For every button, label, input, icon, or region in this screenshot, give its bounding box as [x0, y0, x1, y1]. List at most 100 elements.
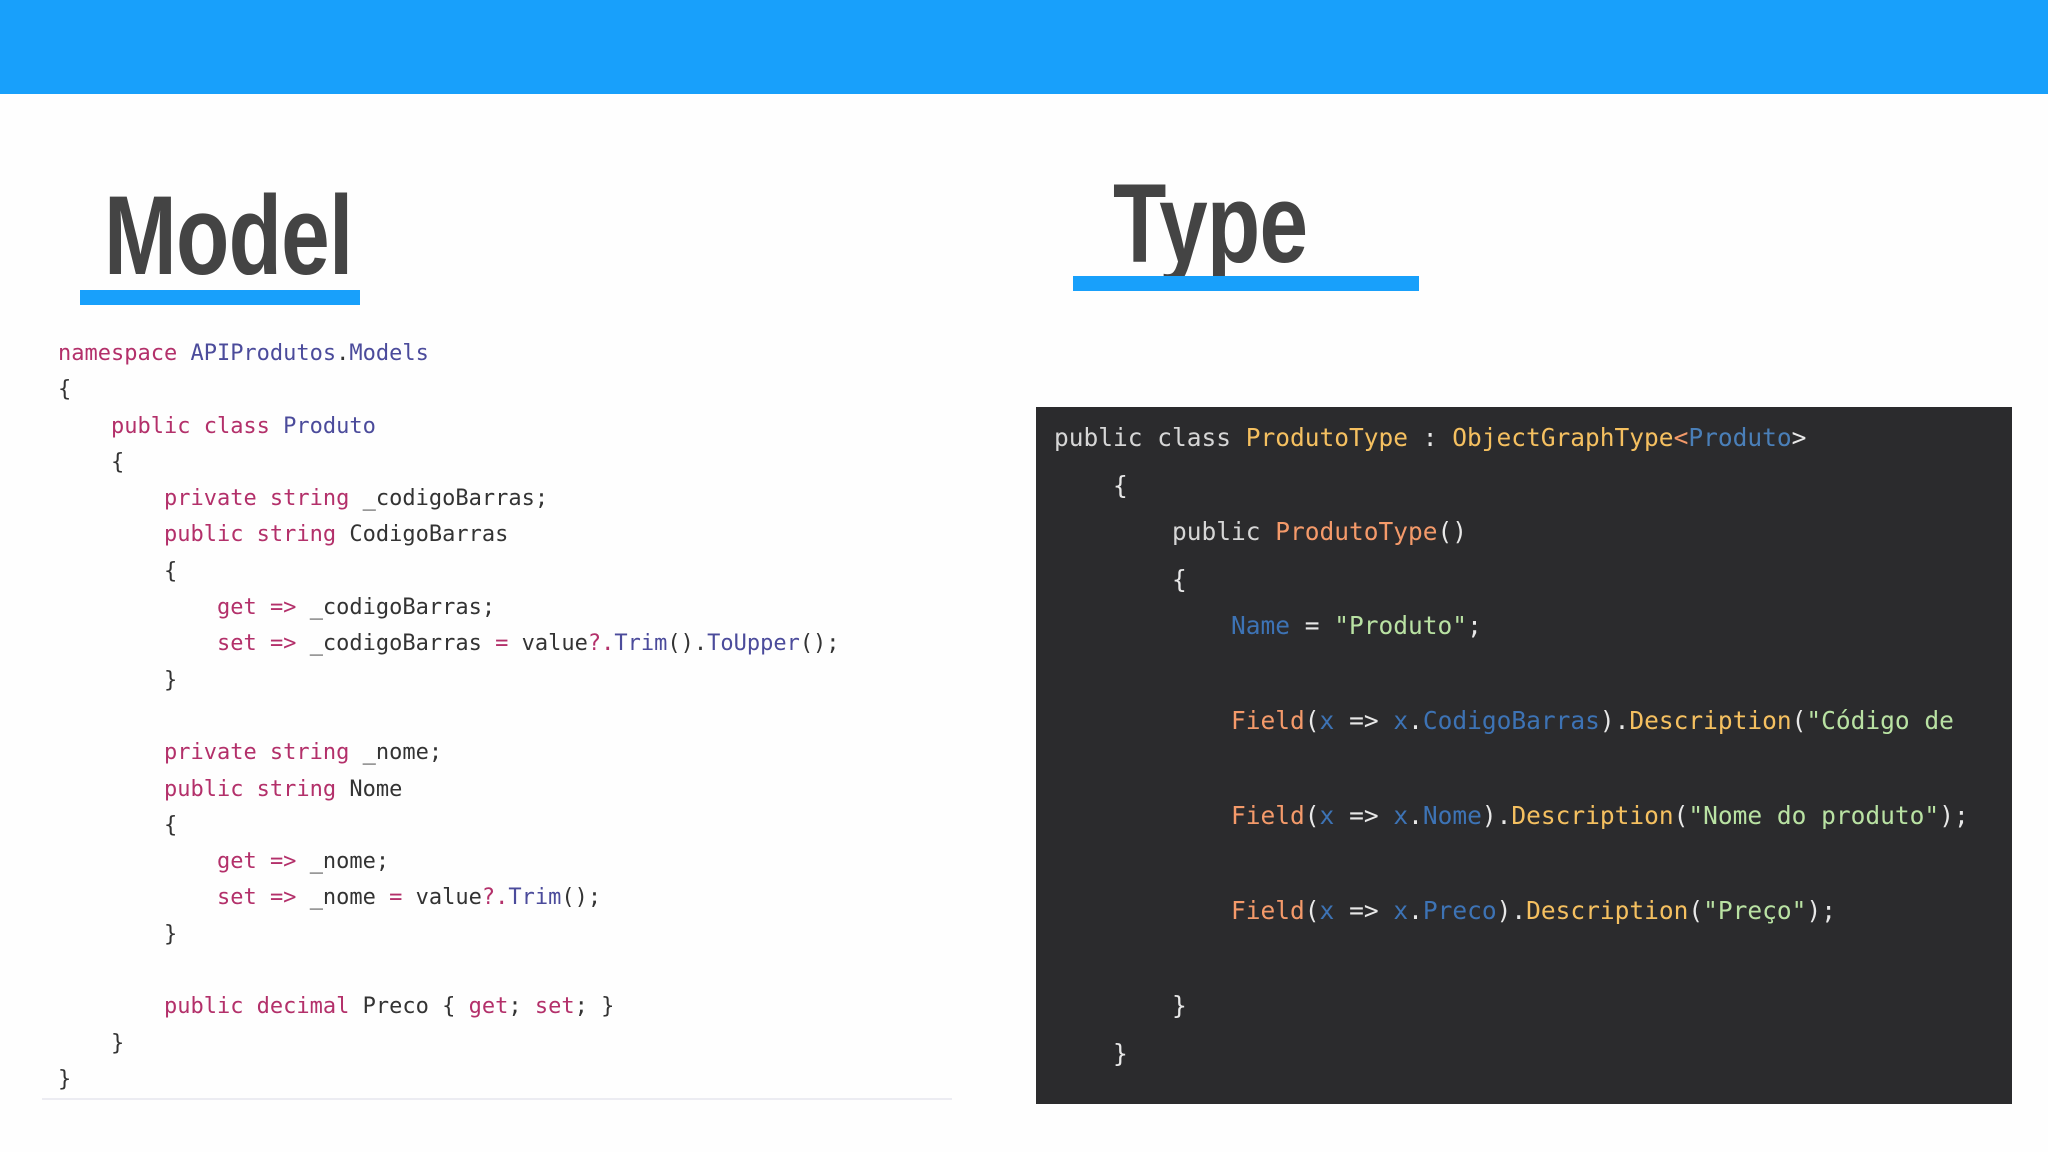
type-code-token: ( [1304, 706, 1320, 735]
type-code-token: < [1673, 423, 1689, 452]
model-code-token [58, 595, 217, 620]
type-code-token: ProdutoType [1275, 517, 1438, 546]
model-code-token: _nome [309, 885, 390, 911]
model-code-line: { [58, 445, 840, 481]
type-code-token: ( [1304, 801, 1320, 830]
model-code-token: } [58, 1066, 72, 1092]
type-code-token: { [1054, 471, 1128, 500]
type-code-token: } [1054, 1039, 1128, 1068]
model-code-token: set [534, 994, 575, 1020]
model-code-token: public string [163, 522, 350, 548]
type-code-token: "Produto" [1334, 611, 1468, 640]
model-code-token: value [415, 885, 482, 911]
type-code-token: Name [1231, 611, 1305, 640]
model-code-block: namespace APIProdutos.Models { public cla… [58, 336, 840, 1098]
model-code-token: get [216, 849, 270, 875]
type-code-token: CodigoBarras [1422, 706, 1600, 735]
type-code-token: } [1054, 991, 1187, 1020]
type-code-token: : [1422, 423, 1453, 452]
model-code-token: _nome; [362, 740, 443, 766]
model-code-token: set [216, 631, 270, 657]
model-code-line: private string _nome; [58, 735, 840, 771]
type-code-line: Field(x => x.CodigoBarras).Description("… [1054, 706, 1954, 735]
model-code-token: => [269, 849, 310, 875]
type-code-line: { [1054, 565, 1187, 594]
model-code-token: _nome; [309, 849, 390, 875]
type-code-token: Nome [1422, 801, 1482, 830]
type-code-token: ); [1806, 896, 1836, 925]
model-code-token: set [216, 885, 270, 911]
model-code-token: _codigoBarras [309, 631, 496, 657]
type-code-panel: public class ProdutoType : ObjectGraphTy… [1036, 407, 2012, 1104]
model-code-token [58, 414, 111, 439]
model-code-divider [42, 1098, 952, 1100]
model-code-line: private string _codigoBarras; [58, 481, 840, 517]
model-code-token: = [495, 631, 522, 657]
type-code-token: Preco [1422, 896, 1497, 925]
type-code-token: ). [1481, 801, 1512, 830]
model-code-token [58, 777, 164, 802]
model-code-line: public decimal Preco { get; set; } [58, 989, 840, 1025]
model-code-line: get => _nome; [58, 844, 840, 880]
type-code-token: Field [1231, 896, 1305, 925]
type-code-token: => [1349, 706, 1394, 735]
type-code-token: ObjectGraphType [1452, 423, 1674, 452]
type-code-token: Produto [1688, 423, 1792, 452]
type-code-token: ; [1467, 611, 1482, 640]
type-code-token: x [1393, 706, 1409, 735]
model-code-token: ?. [481, 885, 509, 911]
type-code-token: ( [1304, 896, 1320, 925]
top-banner [0, 0, 2048, 94]
model-code-token: { [58, 812, 178, 838]
type-code-token: ). [1496, 896, 1527, 925]
model-code-token [58, 885, 217, 910]
type-code-token: { [1054, 565, 1187, 594]
model-code-token [58, 486, 164, 511]
type-code-token [1054, 801, 1231, 830]
model-code-token [58, 958, 71, 983]
type-code-token: Description [1511, 801, 1674, 830]
model-code-token: (); [799, 631, 840, 657]
model-heading: Model [104, 173, 353, 298]
model-code-token: { [58, 449, 125, 475]
model-code-token: } [58, 1030, 125, 1056]
model-code-line: set => _nome = value?.Trim(); [58, 880, 840, 916]
type-code-token: public [1172, 517, 1276, 546]
model-code-token: namespace [58, 341, 191, 366]
model-code-token: => [269, 885, 310, 911]
type-code-line: public class ProdutoType : ObjectGraphTy… [1054, 423, 1806, 452]
model-code-token: => [269, 631, 310, 657]
model-code-token: public decimal [163, 994, 363, 1020]
type-code-token: "Nome do produto" [1688, 801, 1940, 830]
model-code-token: CodigoBarras [349, 522, 509, 548]
type-code-line: public ProdutoType() [1054, 517, 1467, 546]
model-code-token: (); [561, 885, 602, 911]
type-code-token: public class [1054, 423, 1246, 452]
model-code-line: public string Nome [58, 772, 840, 808]
model-code-line [58, 953, 840, 989]
model-code-token: ?. [587, 631, 615, 657]
type-code-line: Name = "Produto"; [1054, 611, 1482, 640]
type-code-token: ( [1673, 801, 1689, 830]
model-code-token: Produto [283, 413, 376, 439]
model-code-line: public class Produto [58, 409, 840, 445]
model-code-token: ToUpper [707, 631, 800, 657]
model-code-token: Preco { [362, 994, 469, 1020]
type-code-token: => [1349, 896, 1394, 925]
model-code-line [58, 699, 840, 735]
model-code-token: private string [163, 740, 363, 766]
model-code-line: } [58, 663, 840, 699]
model-code-token: (). [667, 631, 708, 657]
model-code-token: ; } [574, 994, 615, 1020]
model-code-token: { [58, 377, 72, 403]
type-code-token: ). [1599, 706, 1630, 735]
model-code-token [58, 522, 164, 547]
model-code-token: } [58, 921, 178, 947]
type-code-token: > [1791, 423, 1807, 452]
type-code-token: Description [1629, 706, 1792, 735]
model-code-token [58, 631, 217, 656]
type-code-token: x [1393, 801, 1409, 830]
model-code-token: => [269, 595, 310, 621]
type-code-token: ProdutoType [1245, 423, 1423, 452]
model-code-token: public class [110, 413, 284, 439]
